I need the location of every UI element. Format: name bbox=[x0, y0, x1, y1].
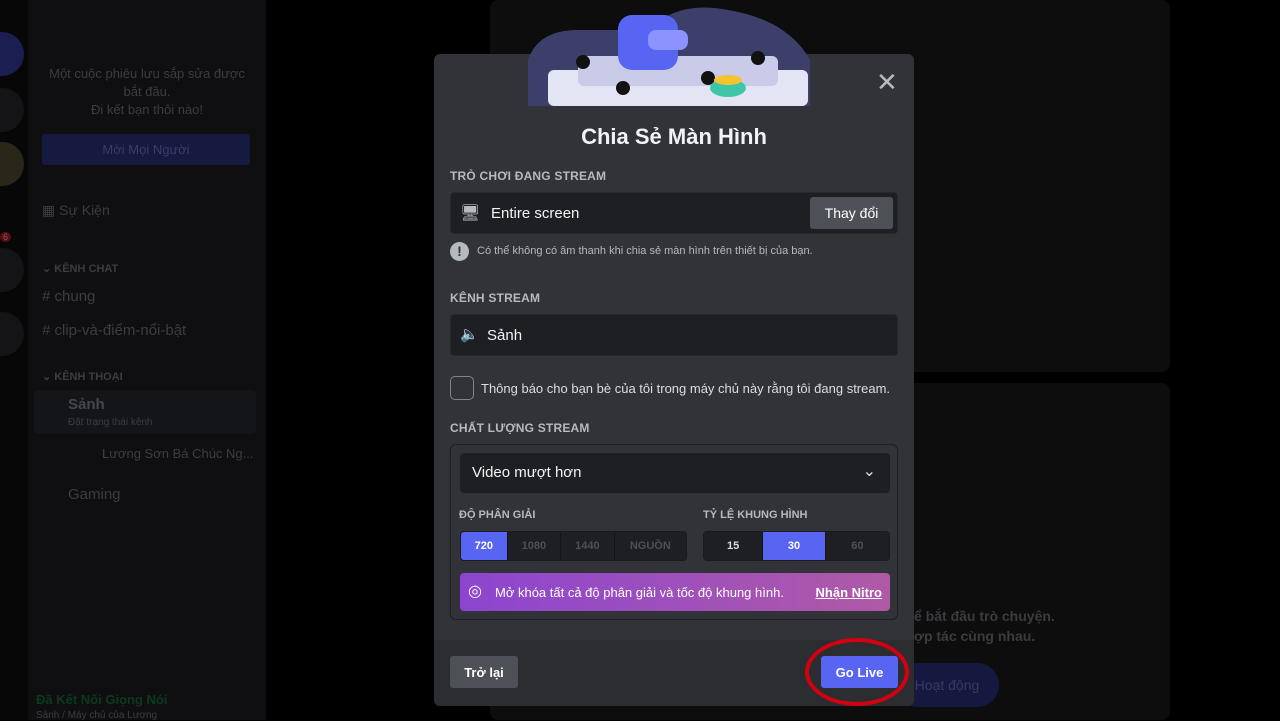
connection-location: Sảnh / Máy chủ của Lương bbox=[36, 710, 158, 721]
source-field: 🖥 Entire screen Thay đổi bbox=[450, 192, 898, 234]
resolution-selector: 720 1080 1440 NGUỒN bbox=[460, 531, 687, 561]
resolution-1080[interactable]: 1080 bbox=[508, 532, 562, 560]
audio-warning: Có thể không có âm thanh khi chia sẻ màn… bbox=[477, 245, 813, 257]
server-icon[interactable] bbox=[0, 312, 24, 356]
channel-clip[interactable]: # clip-và-điểm-nổi-bật bbox=[42, 322, 186, 339]
screen-share-modal: ✕ Chia Sẻ Màn Hình TRÒ CHƠI ĐANG STREAM … bbox=[434, 7, 914, 706]
source-value: Entire screen bbox=[491, 205, 580, 222]
framerate-label: TỶ LỆ KHUNG HÌNH bbox=[703, 509, 808, 521]
invite-button[interactable]: Mời Mọi Người bbox=[42, 134, 250, 165]
server-icon[interactable] bbox=[0, 248, 24, 292]
mention-badge: 6 bbox=[0, 232, 12, 242]
game-label: TRÒ CHƠI ĐANG STREAM bbox=[450, 169, 607, 183]
get-nitro-link[interactable]: Nhận Nitro bbox=[816, 585, 882, 600]
events-item[interactable]: ▦ Sự Kiện bbox=[42, 202, 110, 219]
back-button[interactable]: Trở lại bbox=[450, 656, 518, 688]
server-rail: 6 bbox=[0, 0, 28, 720]
channel-label: KÊNH STREAM bbox=[450, 291, 541, 305]
speaker-icon: 🔈 bbox=[460, 326, 479, 343]
resolution-720[interactable]: 720 bbox=[461, 532, 508, 560]
quality-select[interactable]: Video mượt hơn ⌄ bbox=[460, 453, 890, 493]
empty-text: ể bắt đầu trò chuyện. bbox=[914, 608, 1055, 624]
category-text[interactable]: ⌄ KÊNH CHAT bbox=[42, 262, 118, 275]
framerate-30[interactable]: 30 bbox=[763, 532, 826, 560]
highlight-ring bbox=[805, 638, 909, 706]
server-icon[interactable] bbox=[0, 88, 24, 132]
server-icon[interactable] bbox=[0, 32, 24, 76]
framerate-selector: 15 30 60 bbox=[703, 531, 890, 561]
voice-channel-gaming[interactable]: Gaming bbox=[68, 486, 121, 503]
category-voice[interactable]: ⌄ KÊNH THOẠI bbox=[42, 370, 123, 383]
server-icon[interactable] bbox=[0, 142, 24, 186]
warning-icon: ! bbox=[450, 242, 469, 261]
stream-channel-field[interactable]: 🔈 Sảnh bbox=[450, 314, 898, 356]
framerate-60[interactable]: 60 bbox=[826, 532, 889, 560]
connection-status: Đã Kết Nối Giọng Nói bbox=[36, 692, 168, 707]
nitro-icon: ◎ bbox=[468, 583, 482, 600]
channel-chung[interactable]: # chung bbox=[42, 288, 95, 305]
stream-illustration-icon bbox=[528, 7, 810, 106]
quality-label: CHẤT LƯỢNG STREAM bbox=[450, 421, 590, 435]
framerate-15[interactable]: 15 bbox=[704, 532, 764, 560]
chevron-down-icon: ⌄ bbox=[862, 463, 876, 480]
nitro-upsell: ◎ Mở khóa tất cả độ phân giải và tốc độ … bbox=[460, 573, 890, 611]
quality-panel: Video mượt hơn ⌄ ĐỘ PHÂN GIẢI 720 1080 1… bbox=[450, 444, 898, 620]
invite-prompt: Một cuộc phiêu lưu sắp sửa được bắt đầu.… bbox=[49, 66, 245, 117]
voice-channel-sanh[interactable]: Sảnh Đặt trạng thái kênh bbox=[34, 390, 256, 434]
resolution-source[interactable]: NGUỒN bbox=[615, 532, 686, 560]
resolution-1440[interactable]: 1440 bbox=[561, 532, 615, 560]
change-source-button[interactable]: Thay đổi bbox=[810, 197, 893, 229]
empty-text: ợp tác cùng nhau. bbox=[914, 628, 1036, 644]
resolution-label: ĐỘ PHÂN GIẢI bbox=[459, 509, 536, 521]
notify-checkbox[interactable] bbox=[450, 376, 474, 400]
modal-title: Chia Sẻ Màn Hình bbox=[581, 124, 767, 149]
notify-label[interactable]: Thông báo cho bạn bè của tôi trong máy c… bbox=[481, 381, 890, 396]
voice-user[interactable]: Lương Sơn Bá Chúc Ng... bbox=[102, 446, 254, 461]
nitro-text: Mở khóa tất cả độ phân giải và tốc độ kh… bbox=[495, 585, 784, 600]
monitor-icon: 🖥 bbox=[460, 205, 481, 222]
close-icon[interactable]: ✕ bbox=[876, 69, 898, 95]
calendar-icon: ▦ bbox=[42, 202, 60, 218]
channel-sidebar: Một cuộc phiêu lưu sắp sửa được bắt đầu.… bbox=[28, 0, 266, 721]
channel-value: Sảnh bbox=[487, 327, 523, 344]
